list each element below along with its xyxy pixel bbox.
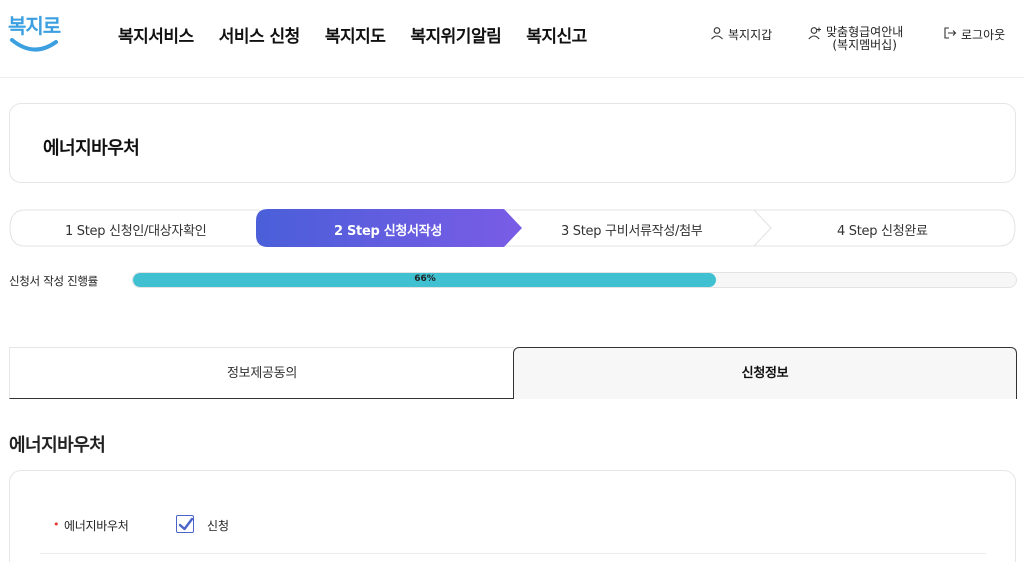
- step-4-label: 4 Step 신청완료: [837, 224, 928, 239]
- logo-text: 복지로: [8, 14, 61, 38]
- logo[interactable]: 복지로: [8, 10, 62, 56]
- checkmark-icon: [178, 517, 194, 531]
- wallet-link[interactable]: 복지지갑: [710, 26, 772, 43]
- logo-smile-icon: [10, 38, 58, 52]
- step-indicator: 1 Step 신청인/대상자확인 2 Step 신청서작성 3 Step 구비서…: [9, 209, 1016, 247]
- page-title: 에너지바우처: [43, 138, 140, 159]
- main-nav: 복지서비스 서비스 신청 복지지도 복지위기알림 복지신고: [118, 22, 587, 47]
- field-label: 에너지바우처: [64, 519, 129, 533]
- tab-consent[interactable]: 정보제공동의: [9, 347, 514, 399]
- nav-welfare-map[interactable]: 복지지도: [325, 22, 386, 47]
- membership-link[interactable]: 맞춤형급여안내 (복지멤버십): [808, 26, 903, 52]
- user-add-icon: [808, 27, 821, 40]
- nav-service-application[interactable]: 서비스 신청: [219, 22, 301, 47]
- header: 복지로 복지서비스 서비스 신청 복지지도 복지위기알림 복지신고 복지지갑 맞…: [0, 0, 1024, 78]
- progress-bar: 66%: [132, 272, 1017, 288]
- apply-checkbox[interactable]: [176, 515, 194, 533]
- form-divider: [40, 553, 986, 554]
- progress-percent: 66%: [414, 274, 436, 284]
- logout-label: 로그아웃: [961, 28, 1006, 42]
- wallet-label: 복지지갑: [728, 28, 773, 42]
- step-1-label: 1 Step 신청인/대상자확인: [65, 224, 207, 239]
- step-2-label: 2 Step 신청서작성: [334, 224, 442, 239]
- logout-icon: [944, 27, 957, 39]
- membership-label-line2: (복지멤버십): [832, 38, 897, 52]
- progress-label: 신청서 작성 진행률: [9, 274, 98, 288]
- nav-welfare-services[interactable]: 복지서비스: [118, 22, 194, 47]
- required-marker: •: [53, 518, 60, 531]
- tab-application-info[interactable]: 신청정보: [513, 347, 1017, 399]
- logout-link[interactable]: 로그아웃: [943, 26, 1005, 43]
- page-title-card: 에너지바우처: [9, 103, 1016, 183]
- step-3-label: 3 Step 구비서류작성/첨부: [561, 224, 703, 239]
- nav-welfare-crisis-alert[interactable]: 복지위기알림: [410, 22, 501, 47]
- apply-checkbox-label[interactable]: 신청: [207, 517, 229, 534]
- section-title: 에너지바우처: [9, 435, 106, 456]
- form-card: [9, 470, 1016, 562]
- user-icon: [711, 27, 723, 40]
- nav-welfare-report[interactable]: 복지신고: [526, 22, 587, 47]
